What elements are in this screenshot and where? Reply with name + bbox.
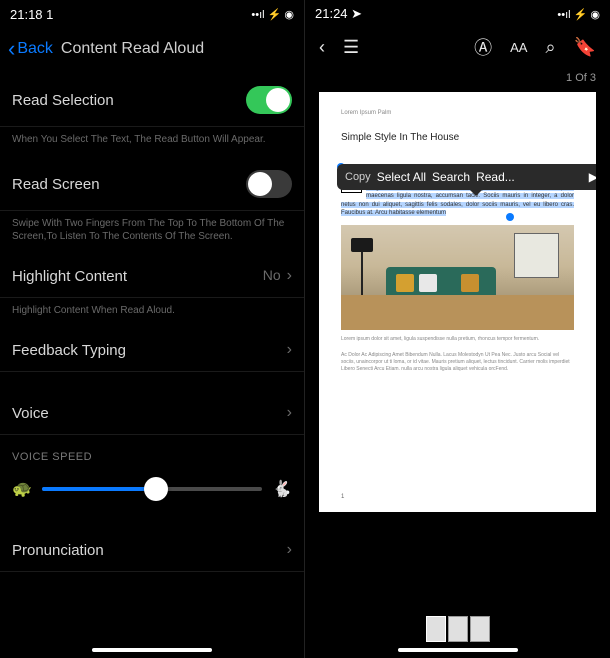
- back-chevron-icon[interactable]: ‹: [8, 36, 15, 62]
- speed-slider-track[interactable]: [42, 487, 262, 491]
- bookmark-icon[interactable]: 🔖: [574, 37, 596, 58]
- home-indicator[interactable]: [398, 648, 518, 652]
- reader-toolbar: ‹ ☰ Ⓐ AA ⌕ 🔖: [305, 24, 610, 70]
- settings-list: Read Selection When You Select The Text,…: [0, 74, 304, 572]
- thumb-page-2[interactable]: [448, 616, 468, 642]
- label-highlight: Highlight Content: [12, 268, 127, 285]
- search-icon[interactable]: ⌕: [545, 37, 555, 58]
- header-voice-speed: VOICE SPEED: [0, 435, 304, 469]
- back-icon[interactable]: ‹: [319, 37, 325, 58]
- room-floor: [341, 295, 574, 330]
- toggle-read-screen[interactable]: [246, 170, 292, 198]
- back-button[interactable]: Back: [17, 40, 53, 58]
- menu-more-icon[interactable]: ▶: [589, 170, 596, 184]
- desc-highlight: Highlight Content When Read Aloud.: [0, 298, 304, 329]
- nav-bar: ‹ Back Content Read Aloud: [0, 24, 304, 74]
- list-icon[interactable]: ☰: [343, 37, 359, 58]
- doc-paragraph-2: Ac Dolor Ac Adipiscing Amet Bibendum Nul…: [341, 352, 574, 373]
- status-icons: ••ıl ⚡ ◉: [557, 8, 600, 21]
- status-bar: 21:18 1 ••ıl ⚡ ◉: [0, 0, 304, 24]
- row-feedback[interactable]: Feedback Typing ›: [0, 329, 304, 372]
- cushion: [396, 274, 414, 292]
- turtle-icon: 🐢: [12, 479, 32, 499]
- home-indicator[interactable]: [92, 648, 212, 652]
- doc-header: Lorem Ipsum Palm: [341, 110, 574, 116]
- menu-search[interactable]: Search: [432, 170, 470, 184]
- reader-pane: 21:24 ➤ ••ıl ⚡ ◉ ‹ ☰ Ⓐ AA ⌕ 🔖 1 Of 3 Lor…: [305, 0, 610, 658]
- font-icon[interactable]: AA: [510, 40, 527, 55]
- status-bar: 21:24 ➤ ••ıl ⚡ ◉: [305, 0, 610, 24]
- row-read-screen[interactable]: Read Screen: [0, 158, 304, 211]
- document-page[interactable]: Lorem Ipsum Palm Simple Style In The Hou…: [319, 92, 596, 512]
- chevron-right-icon: ›: [287, 267, 292, 284]
- label-feedback: Feedback Typing: [12, 342, 126, 359]
- cushion: [419, 274, 437, 292]
- doc-title: Simple Style In The House: [341, 132, 574, 143]
- slider-fill: [42, 487, 156, 491]
- room-window: [514, 233, 559, 278]
- menu-copy[interactable]: Copy: [345, 171, 371, 183]
- chevron-right-icon: ›: [287, 341, 292, 359]
- row-voice[interactable]: Voice ›: [0, 392, 304, 435]
- label-voice: Voice: [12, 405, 49, 422]
- desc-read-screen: Swipe With Two Fingers From The Top To T…: [0, 211, 304, 255]
- value-highlight: No: [263, 267, 281, 283]
- thumb-page-3[interactable]: [470, 616, 490, 642]
- page-counter: 1 Of 3: [305, 70, 610, 86]
- settings-pane: 21:18 1 ••ıl ⚡ ◉ ‹ Back Content Read Alo…: [0, 0, 305, 658]
- room-lamp: [361, 250, 363, 300]
- thumb-page-1[interactable]: [426, 616, 446, 642]
- status-time: 21:18 1: [10, 7, 53, 22]
- row-read-selection[interactable]: Read Selection: [0, 74, 304, 127]
- pen-icon[interactable]: Ⓐ: [474, 34, 492, 60]
- doc-image: [341, 225, 574, 330]
- toggle-read-selection[interactable]: [246, 86, 292, 114]
- chevron-right-icon: ›: [287, 541, 292, 559]
- row-highlight[interactable]: Highlight Content No ›: [0, 255, 304, 298]
- slider-voice-speed[interactable]: 🐢 🐇: [0, 469, 304, 509]
- page-number: 1: [341, 494, 344, 500]
- page-title: Content Read Aloud: [61, 40, 204, 58]
- status-icons: ••ıl ⚡ ◉: [251, 8, 294, 21]
- slider-thumb[interactable]: [144, 477, 168, 501]
- label-pronunciation: Pronunciation: [12, 542, 104, 559]
- rabbit-icon: 🐇: [272, 479, 292, 499]
- desc-read-selection: When You Select The Text, The Read Butto…: [0, 127, 304, 158]
- row-pronunciation[interactable]: Pronunciation ›: [0, 529, 304, 572]
- selection-handle-end[interactable]: [506, 213, 514, 221]
- menu-select-all[interactable]: Select All: [377, 170, 426, 184]
- chevron-right-icon: ›: [287, 404, 292, 422]
- page-thumbnails: [426, 616, 490, 642]
- text-selection-menu: Copy Select All Search Read... ▶: [337, 164, 596, 190]
- image-caption: Lorem ipsum dolor sit amet, ligula suspe…: [341, 336, 574, 342]
- label-read-screen: Read Screen: [12, 176, 100, 193]
- label-read-selection: Read Selection: [12, 92, 114, 109]
- status-time: 21:24 ➤: [315, 6, 362, 22]
- cushion: [461, 274, 479, 292]
- menu-read[interactable]: Read...: [476, 170, 515, 184]
